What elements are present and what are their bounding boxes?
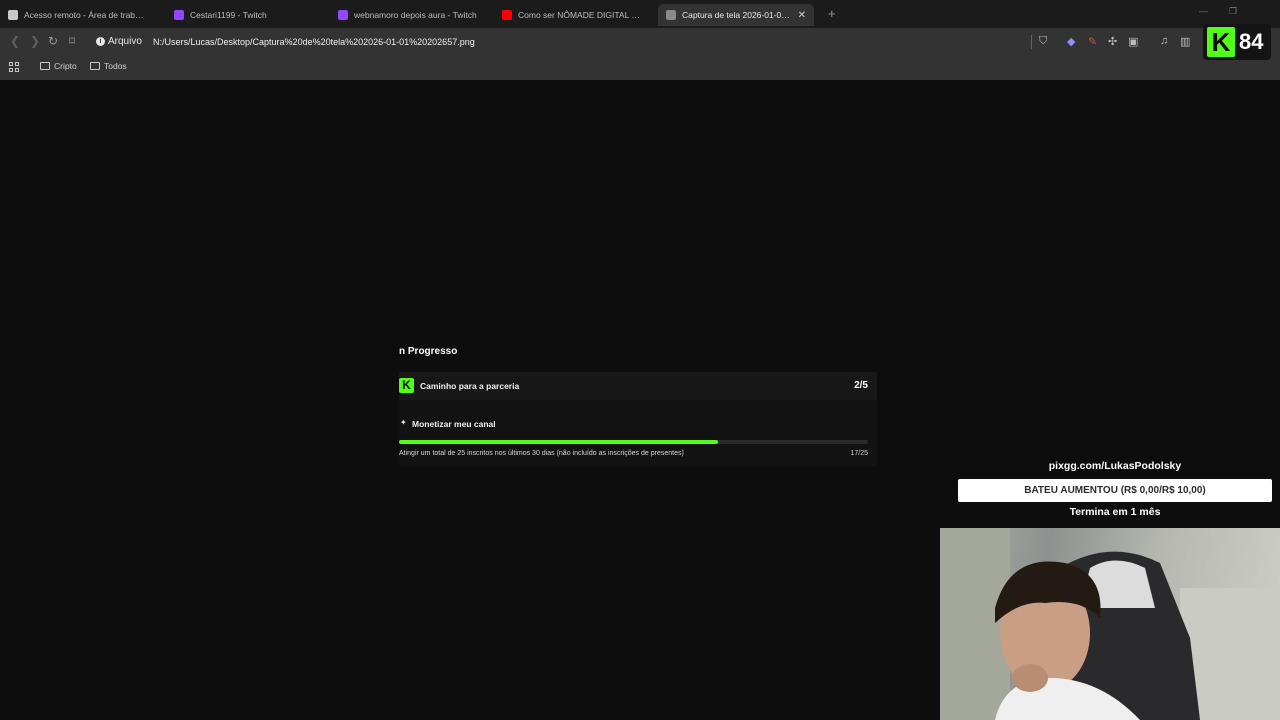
bookmark-label: Cripto (54, 61, 77, 71)
kick-logo: K (1207, 27, 1235, 57)
path-score: 2/5 (854, 380, 868, 391)
follower-count: 84 (1239, 29, 1264, 54)
progress-card: n Progresso K Caminho para a parceria 2/… (399, 338, 877, 466)
twitch-icon (338, 10, 348, 20)
task-row: ✦ Monetizar meu canal Atingir um total d… (399, 400, 877, 466)
puzzle-icon[interactable]: ✣ (1108, 35, 1117, 48)
tab-title: Acesso remoto - Área de trabalho re (24, 10, 148, 20)
tab-title: Cestari1199 - Twitch (190, 10, 267, 20)
toolbar-divider (1031, 35, 1032, 49)
browser-toolbar: ❮ ❯ ↻ ⌑ i Arquivo N:/Users/Lucas/Desktop… (0, 28, 1280, 56)
task-label: Monetizar meu canal (412, 419, 496, 429)
donation-url: pixgg.com/LukasPodolsky (1048, 460, 1182, 472)
remote-desktop-icon (8, 10, 18, 20)
bookmarks-bar: Cripto Todos (0, 56, 1280, 80)
tab-title: Como ser NÔMADE DIGITAL e progr (518, 10, 642, 20)
bookmark-label: Todos (104, 61, 127, 71)
browser-tab[interactable]: Cestari1199 - Twitch (166, 4, 322, 26)
task-description: Atingir um total de 25 inscritos nos últ… (399, 450, 684, 457)
webcam-image (940, 528, 1280, 720)
sidebar-icon[interactable]: ▥ (1180, 35, 1190, 48)
address-bar[interactable]: N:/Users/Lucas/Desktop/Captura%20de%20te… (153, 37, 475, 47)
extension-icon[interactable]: ◆ (1067, 35, 1075, 48)
shield-icon[interactable]: ⛉ (1039, 35, 1047, 48)
globe-icon (666, 10, 676, 20)
back-icon[interactable]: ❮ (10, 34, 20, 48)
reload-icon[interactable]: ↻ (48, 34, 58, 48)
apps-icon[interactable] (9, 62, 19, 72)
progress-fill (399, 440, 718, 444)
tab-title: Captura de tela 2026-01-01 202 (682, 10, 792, 20)
follower-counter: K 84 (1203, 24, 1271, 60)
browser-tab[interactable]: webnamoro depois aura - Twitch (330, 4, 486, 26)
bookmark-icon[interactable]: ⌑ (69, 34, 75, 48)
partnership-path-row[interactable]: K Caminho para a parceria 2/5 (399, 372, 877, 400)
minimize-icon[interactable]: — (1199, 6, 1208, 16)
maximize-icon[interactable]: ❐ (1229, 6, 1237, 17)
close-tab-icon[interactable]: ✕ (798, 10, 806, 21)
tab-title: webnamoro depois aura - Twitch (354, 10, 477, 20)
kick-logo: K (399, 378, 414, 393)
folder-icon (90, 62, 100, 70)
info-icon[interactable]: i (96, 37, 105, 46)
task-count: 17/25 (850, 450, 868, 457)
webcam-feed (940, 528, 1280, 720)
donation-goal-bar: BATEU AUMENTOU (R$ 0,00/R$ 10,00) (958, 479, 1272, 502)
goal-deadline: Termina em 1 mês (1069, 506, 1161, 518)
bookmark-folder[interactable]: Todos (90, 61, 127, 71)
youtube-icon (502, 10, 512, 20)
browser-tab[interactable]: Acesso remoto - Área de trabalho re (0, 4, 156, 26)
forward-icon[interactable]: ❯ (30, 34, 40, 48)
browser-tab[interactable]: Como ser NÔMADE DIGITAL e progr (494, 4, 650, 26)
tab-strip: Acesso remoto - Área de trabalho re Cesta… (0, 0, 1280, 28)
progress-track (399, 440, 868, 444)
path-label: Caminho para a parceria (420, 381, 520, 391)
music-icon[interactable]: ♫ (1160, 35, 1168, 47)
twitch-icon (174, 10, 184, 20)
pen-icon[interactable]: ✎ (1088, 35, 1097, 48)
sparkle-icon: ✦ (400, 418, 407, 427)
bookmark-folder[interactable]: Cripto (40, 61, 77, 71)
browser-tab[interactable]: Captura de tela 2026-01-01 202 ✕ (658, 4, 814, 26)
folder-icon (40, 62, 50, 70)
new-tab-button[interactable]: + (828, 6, 836, 21)
section-heading: n Progresso (399, 346, 458, 357)
protocol-label[interactable]: Arquivo (108, 36, 142, 47)
screenshot-icon[interactable]: ▣ (1128, 35, 1138, 48)
